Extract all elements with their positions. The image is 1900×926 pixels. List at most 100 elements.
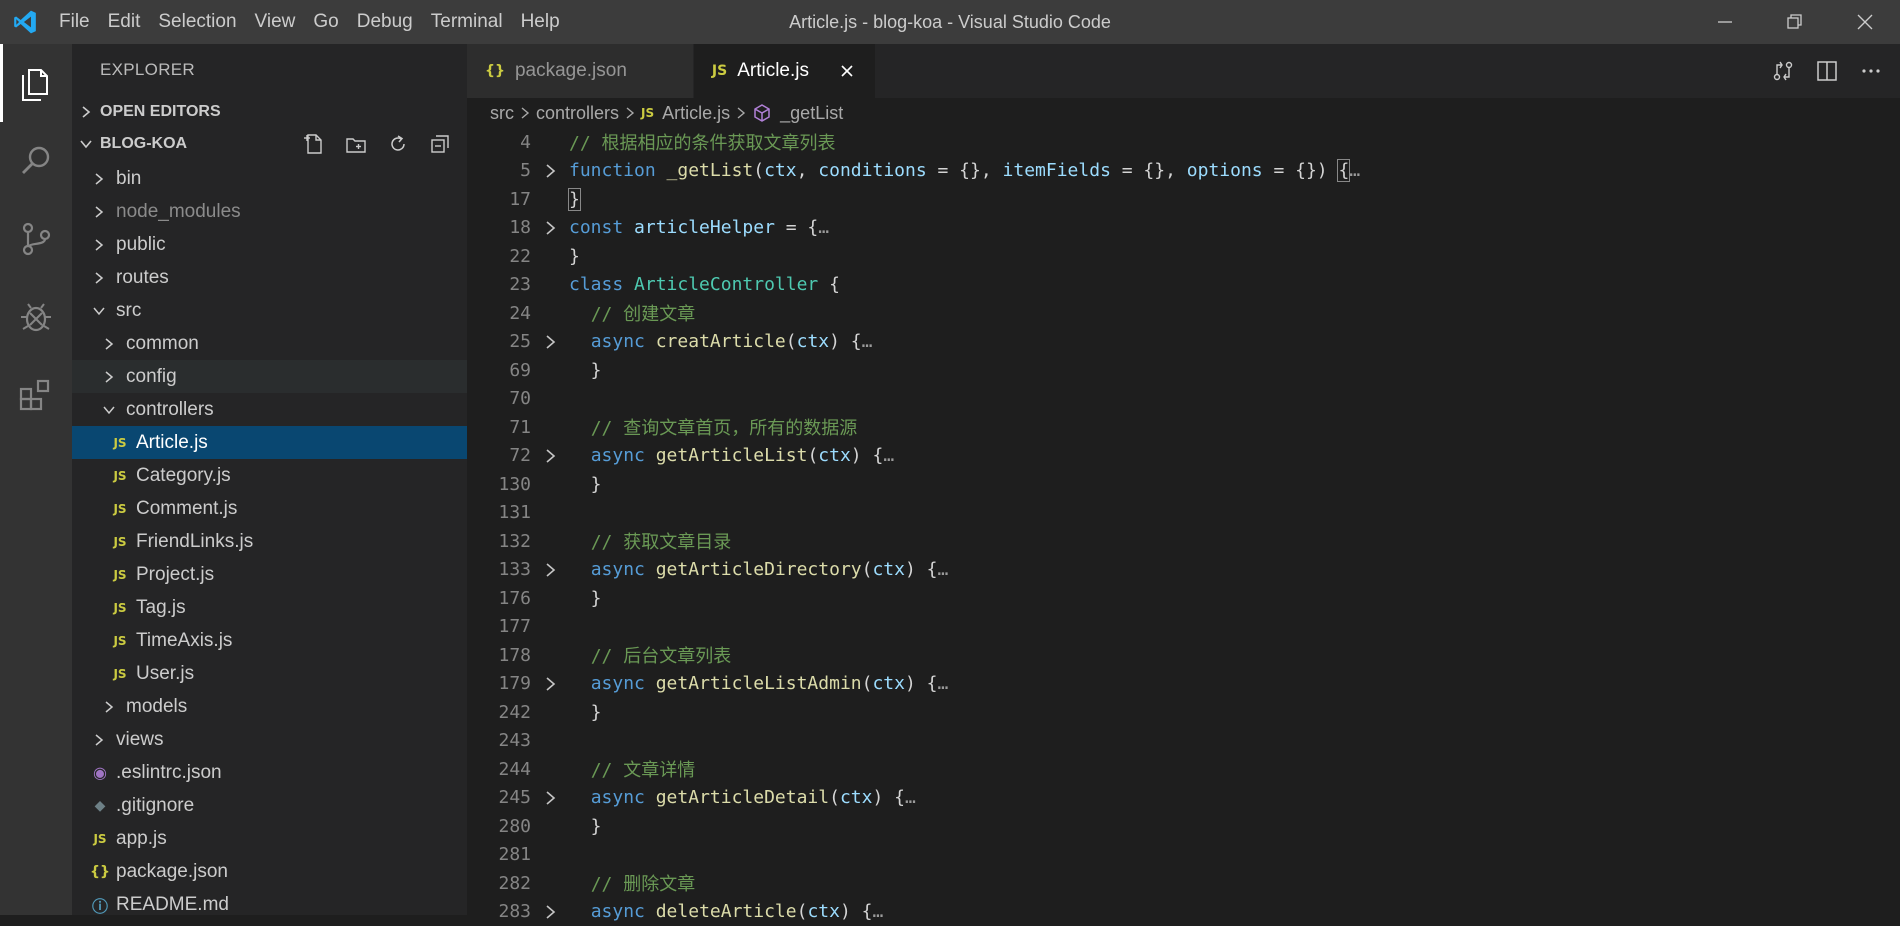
- tree-folder[interactable]: views: [72, 723, 467, 756]
- breadcrumb-getlist[interactable]: _getList: [780, 103, 843, 124]
- new-folder-icon[interactable]: [341, 130, 371, 158]
- code-token: [569, 418, 591, 439]
- method-symbol-icon: [752, 103, 772, 123]
- tree-file[interactable]: JSapp.js: [72, 822, 467, 855]
- code-line[interactable]: 131: [467, 499, 1900, 528]
- breadcrumb-controllers[interactable]: controllers: [536, 103, 619, 124]
- code-line[interactable]: 282 // 删除文章: [467, 869, 1900, 898]
- fold-chevron-icon[interactable]: [531, 790, 569, 806]
- code-token: // 查询文章首页，所有的数据源: [591, 418, 858, 439]
- tree-file[interactable]: ◆.gitignore: [72, 789, 467, 822]
- tree-file[interactable]: ⓘREADME.md: [72, 888, 467, 915]
- menu-terminal[interactable]: Terminal: [422, 0, 512, 44]
- menu-debug[interactable]: Debug: [348, 0, 422, 44]
- code-line[interactable]: 72 async getArticleList(ctx) {…: [467, 442, 1900, 471]
- code-line[interactable]: 17}: [467, 185, 1900, 214]
- tree-file[interactable]: JSTimeAxis.js: [72, 624, 467, 657]
- tab-label: Article.js: [737, 60, 809, 82]
- code-token: }: [569, 189, 580, 210]
- code-line[interactable]: 283 async deleteArticle(ctx) {…: [467, 898, 1900, 926]
- code-line[interactable]: 4// 根据相应的条件获取文章列表: [467, 128, 1900, 157]
- fold-chevron-icon[interactable]: [531, 562, 569, 578]
- code-line[interactable]: 177: [467, 613, 1900, 642]
- restore-icon[interactable]: [1760, 0, 1830, 44]
- code-line[interactable]: 281: [467, 841, 1900, 870]
- tree-file[interactable]: JSFriendLinks.js: [72, 525, 467, 558]
- more-actions-icon[interactable]: [1858, 58, 1884, 84]
- minimize-icon[interactable]: [1690, 0, 1760, 44]
- code-line[interactable]: 242 }: [467, 698, 1900, 727]
- tree-file[interactable]: JSArticle.js: [72, 426, 467, 459]
- code-line[interactable]: 5function _getList(ctx, conditions = {},…: [467, 157, 1900, 186]
- breadcrumb-article-js[interactable]: Article.js: [662, 103, 730, 124]
- code-line[interactable]: 18const articleHelper = {…: [467, 214, 1900, 243]
- code-line[interactable]: 243: [467, 727, 1900, 756]
- files-icon[interactable]: [0, 44, 72, 122]
- menu-file[interactable]: File: [50, 0, 99, 44]
- open-editors-section[interactable]: OPEN EDITORS: [72, 96, 467, 128]
- code-line[interactable]: 280 }: [467, 812, 1900, 841]
- fold-chevron-icon[interactable]: [531, 163, 569, 179]
- tab-package-json[interactable]: {} package.json: [467, 44, 694, 98]
- tree-folder[interactable]: src: [72, 294, 467, 327]
- refresh-icon[interactable]: [383, 130, 413, 158]
- extensions-icon[interactable]: [0, 356, 72, 434]
- code-line[interactable]: 179 async getArticleListAdmin(ctx) {…: [467, 670, 1900, 699]
- code-line[interactable]: 70: [467, 385, 1900, 414]
- code-token: [569, 901, 591, 922]
- tree-folder[interactable]: public: [72, 228, 467, 261]
- source-control-icon[interactable]: [0, 200, 72, 278]
- debug-icon[interactable]: [0, 278, 72, 356]
- fold-chevron-icon[interactable]: [531, 448, 569, 464]
- breadcrumb-src[interactable]: src: [490, 103, 514, 124]
- tree-file[interactable]: ◉.eslintrc.json: [72, 756, 467, 789]
- tree-folder[interactable]: controllers: [72, 393, 467, 426]
- tree-file[interactable]: JSProject.js: [72, 558, 467, 591]
- menu-edit[interactable]: Edit: [99, 0, 150, 44]
- code-line[interactable]: 178 // 后台文章列表: [467, 641, 1900, 670]
- code-line[interactable]: 23class ArticleController {: [467, 271, 1900, 300]
- tree-folder[interactable]: node_modules: [72, 195, 467, 228]
- code-line[interactable]: 130 }: [467, 470, 1900, 499]
- tree-folder[interactable]: bin: [72, 162, 467, 195]
- tree-folder[interactable]: routes: [72, 261, 467, 294]
- code-line[interactable]: 24 // 创建文章: [467, 299, 1900, 328]
- code-line[interactable]: 71 // 查询文章首页，所有的数据源: [467, 413, 1900, 442]
- tree-file[interactable]: JSComment.js: [72, 492, 467, 525]
- menu-selection[interactable]: Selection: [149, 0, 245, 44]
- menu-go[interactable]: Go: [304, 0, 347, 44]
- menu-help[interactable]: Help: [512, 0, 569, 44]
- fold-chevron-icon[interactable]: [531, 676, 569, 692]
- code-line[interactable]: 244 // 文章详情: [467, 755, 1900, 784]
- search-icon[interactable]: [0, 122, 72, 200]
- tree-file[interactable]: JSTag.js: [72, 591, 467, 624]
- code-line[interactable]: 176 }: [467, 584, 1900, 613]
- tree-file[interactable]: JSCategory.js: [72, 459, 467, 492]
- tab-article-js[interactable]: JS Article.js: [694, 44, 876, 98]
- new-file-icon[interactable]: [299, 130, 329, 158]
- close-icon[interactable]: [837, 64, 857, 78]
- tree-folder[interactable]: common: [72, 327, 467, 360]
- tree-folder[interactable]: models: [72, 690, 467, 723]
- code-editor[interactable]: 4// 根据相应的条件获取文章列表5function _getList(ctx,…: [467, 128, 1900, 926]
- fold-chevron-icon[interactable]: [531, 904, 569, 920]
- code-line[interactable]: 25 async creatArticle(ctx) {…: [467, 328, 1900, 357]
- collapse-all-icon[interactable]: [425, 130, 455, 158]
- project-section[interactable]: BLOG-KOA: [72, 128, 467, 160]
- menu-view[interactable]: View: [246, 0, 305, 44]
- tree-folder[interactable]: config: [72, 360, 467, 393]
- fold-chevron-icon[interactable]: [531, 220, 569, 236]
- fold-chevron-icon[interactable]: [531, 334, 569, 350]
- tree-file[interactable]: {}package.json: [72, 855, 467, 888]
- tree-file[interactable]: JSUser.js: [72, 657, 467, 690]
- code-token: ctx: [872, 559, 905, 580]
- code-line[interactable]: 132 // 获取文章目录: [467, 527, 1900, 556]
- close-window-icon[interactable]: [1830, 0, 1900, 44]
- split-editor-icon[interactable]: [1814, 58, 1840, 84]
- code-line[interactable]: 69 }: [467, 356, 1900, 385]
- open-changes-icon[interactable]: [1770, 58, 1796, 84]
- code-line[interactable]: 22}: [467, 242, 1900, 271]
- code-line[interactable]: 133 async getArticleDirectory(ctx) {…: [467, 556, 1900, 585]
- code-line[interactable]: 245 async getArticleDetail(ctx) {…: [467, 784, 1900, 813]
- code-token: ArticleController: [634, 274, 818, 295]
